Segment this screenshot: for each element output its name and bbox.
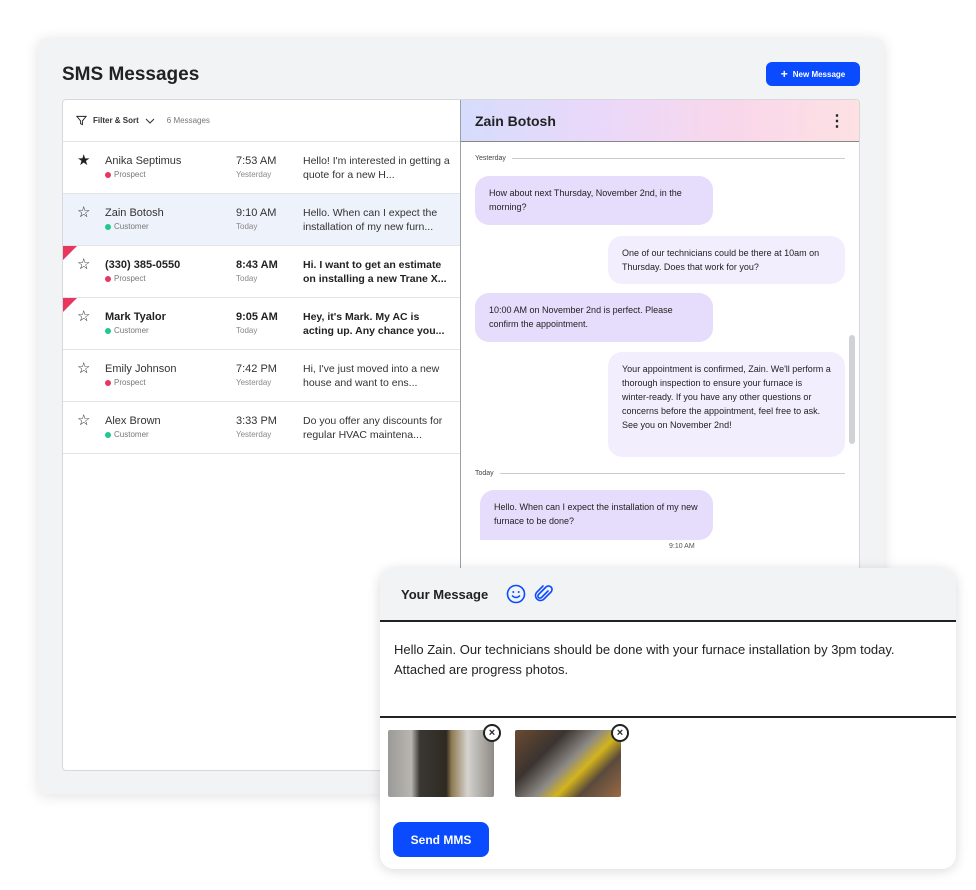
outgoing-message: One of our technicians could be there at… xyxy=(608,236,845,284)
paperclip-icon[interactable] xyxy=(534,584,554,604)
message-day: Yesterday xyxy=(236,378,272,387)
message-time: 8:43 AM xyxy=(236,259,278,271)
date-separator: Yesterday xyxy=(475,155,845,162)
composer-label: Your Message xyxy=(401,586,489,602)
message-time: 7:42 PM xyxy=(236,363,277,375)
contact-name: Emily Johnson xyxy=(105,363,177,375)
message-day: Today xyxy=(236,274,258,283)
status-badge: Customer xyxy=(105,430,149,439)
filter-icon[interactable] xyxy=(76,115,87,126)
contact-name: Zain Botosh xyxy=(105,207,164,219)
list-header: Filter & Sort 6 Messages xyxy=(62,100,460,142)
message-preview: Hello! I'm interested in getting a quote… xyxy=(303,155,450,181)
page-title: SMS Messages xyxy=(62,64,200,85)
message-row[interactable]: ☆ Alex Brown Customer 3:33 PM Yesterday … xyxy=(63,402,460,454)
plus-icon: + xyxy=(780,67,788,81)
status-badge: Customer xyxy=(105,326,149,335)
attachment-photo xyxy=(388,730,494,797)
message-time: 7:53 AM xyxy=(236,155,277,167)
remove-attachment-icon[interactable]: × xyxy=(611,724,629,742)
status-badge: Customer xyxy=(105,222,149,231)
contact-name: Anika Septimus xyxy=(105,155,182,167)
emoji-icon[interactable] xyxy=(506,584,526,604)
more-options-icon[interactable]: ⋮ xyxy=(829,111,845,131)
message-day: Yesterday xyxy=(236,170,272,179)
divider xyxy=(380,716,956,718)
chat-header: Zain Botosh ⋮ xyxy=(461,100,859,142)
message-preview: Do you offer any discounts for regular H… xyxy=(303,415,443,441)
chevron-down-icon[interactable] xyxy=(145,117,155,125)
contact-name: Mark Tyalor xyxy=(105,311,166,323)
message-time: 3:33 PM xyxy=(236,415,277,427)
message-time: 9:10 AM xyxy=(669,543,695,550)
message-day: Today xyxy=(236,326,258,335)
message-time: 9:10 AM xyxy=(236,207,277,219)
unread-flag xyxy=(63,246,77,260)
contact-name: (330) 385-0550 xyxy=(105,259,181,271)
message-row[interactable]: ★ Anika Septimus Prospect 7:53 AM Yester… xyxy=(63,142,460,194)
incoming-message: 10:00 AM on November 2nd is perfect. Ple… xyxy=(475,293,713,342)
message-time: 9:05 AM xyxy=(236,311,278,323)
star-icon[interactable]: ☆ xyxy=(77,359,90,377)
date-separator: Today xyxy=(475,470,845,477)
status-badge: Prospect xyxy=(105,378,146,387)
message-preview: Hey, it's Mark. My AC is acting up. Any … xyxy=(303,311,445,337)
message-input[interactable]: Hello Zain. Our technicians should be do… xyxy=(394,640,939,680)
attachment-photo xyxy=(515,730,621,797)
star-filled-icon[interactable]: ★ xyxy=(77,151,90,169)
status-badge: Prospect xyxy=(105,170,146,179)
star-icon[interactable]: ☆ xyxy=(77,307,90,325)
message-row[interactable]: ☆ Emily Johnson Prospect 7:42 PM Yesterd… xyxy=(63,350,460,402)
message-preview: Hello. When can I expect the installatio… xyxy=(303,207,438,233)
message-day: Today xyxy=(236,222,258,231)
send-mms-button[interactable]: Send MMS xyxy=(393,822,489,857)
message-count: 6 Messages xyxy=(166,116,210,125)
outgoing-message: Your appointment is confirmed, Zain. We'… xyxy=(608,352,845,457)
filter-sort-button[interactable]: Filter & Sort xyxy=(93,116,139,125)
message-preview: Hi. I want to get an estimate on install… xyxy=(303,259,447,285)
chat-scrollbar[interactable] xyxy=(849,335,855,444)
new-message-button[interactable]: + New Message xyxy=(766,62,860,86)
message-row[interactable]: ☆ (330) 385-0550 Prospect 8:43 AM Today … xyxy=(63,246,460,298)
message-row[interactable]: ☆ Zain Botosh Customer 9:10 AM Today Hel… xyxy=(63,194,460,246)
message-preview: Hi, I've just moved into a new house and… xyxy=(303,363,440,389)
incoming-message: Hello. When can I expect the installatio… xyxy=(480,490,713,540)
contact-name: Alex Brown xyxy=(105,415,161,427)
status-badge: Prospect xyxy=(105,274,146,283)
message-row[interactable]: ☆ Mark Tyalor Customer 9:05 AM Today Hey… xyxy=(63,298,460,350)
message-day: Yesterday xyxy=(236,430,272,439)
composer-header: Your Message xyxy=(380,568,956,622)
remove-attachment-icon[interactable]: × xyxy=(483,724,501,742)
unread-flag xyxy=(63,298,77,312)
star-icon[interactable]: ☆ xyxy=(77,203,90,221)
incoming-message: How about next Thursday, November 2nd, i… xyxy=(475,176,713,225)
star-icon[interactable]: ☆ xyxy=(77,411,90,429)
star-icon[interactable]: ☆ xyxy=(77,255,90,273)
contact-name: Zain Botosh xyxy=(475,112,556,129)
composer: Your Message Hello Zain. Our technicians… xyxy=(380,568,956,869)
